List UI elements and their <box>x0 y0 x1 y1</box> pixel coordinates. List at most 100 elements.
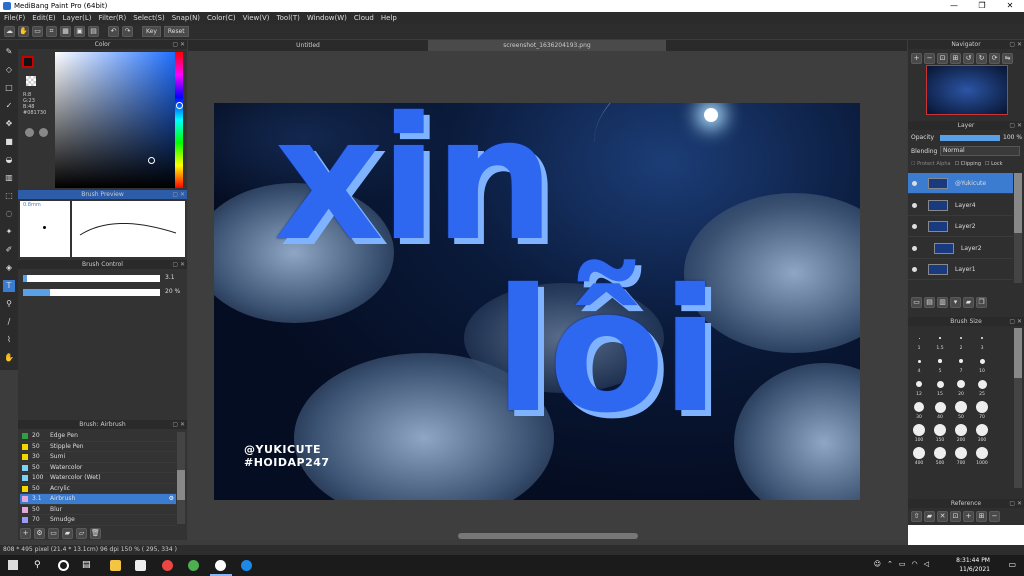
cloud-icon[interactable]: ☁ <box>4 26 15 37</box>
brush-list-item[interactable]: 50 Blur <box>20 505 176 515</box>
ref-zoom-out-icon[interactable]: − <box>989 511 1000 522</box>
new-color-layer-icon[interactable]: ▤ <box>924 297 935 308</box>
layer-folder-icon[interactable]: ▰ <box>963 297 974 308</box>
fit-icon[interactable]: ⊡ <box>937 53 948 64</box>
flip-icon[interactable]: ⇋ <box>1002 53 1013 64</box>
tab-screenshot[interactable]: screenshot_1636204193.png <box>428 40 666 51</box>
eye-icon[interactable] <box>912 245 917 251</box>
palette-icon[interactable] <box>25 128 34 137</box>
menu-window[interactable]: Window(W) <box>307 12 347 24</box>
menu-help[interactable]: Help <box>381 12 397 24</box>
ref-actual-icon[interactable]: ⊞ <box>976 511 987 522</box>
brush-size-dot[interactable] <box>939 337 941 339</box>
panel-close-icon[interactable]: ▢ ✕ <box>172 40 185 49</box>
move-tool-icon[interactable]: ✥ <box>3 118 15 130</box>
download-icon[interactable]: ▱ <box>76 528 87 539</box>
battery-icon[interactable]: ▭ <box>899 560 906 568</box>
task-view-icon[interactable]: ▤ <box>82 560 93 571</box>
undo-icon[interactable]: ↶ <box>108 26 119 37</box>
saturation-value-picker[interactable] <box>55 52 175 188</box>
rect-tool-icon[interactable]: □ <box>3 82 15 94</box>
maximize-button[interactable]: ❐ <box>968 0 996 12</box>
chevron-up-icon[interactable]: ⌃ <box>887 560 893 568</box>
eye-icon[interactable] <box>912 224 917 229</box>
delete-brush-icon[interactable]: 🗑 <box>90 528 101 539</box>
medibang-taskbar-icon[interactable] <box>215 560 226 571</box>
hand-icon[interactable]: ✋ <box>18 26 29 37</box>
bucket-tool-icon[interactable]: ◒ <box>3 154 15 166</box>
horizontal-scrollbar[interactable] <box>458 533 638 539</box>
user-icon[interactable]: ☺ <box>874 560 881 568</box>
dropper-icon[interactable]: ⚲ <box>3 298 15 310</box>
ref-fit-icon[interactable]: ⊡ <box>950 511 961 522</box>
panel-close-icon[interactable]: ▢ ✕ <box>1009 121 1022 130</box>
magic-wand-icon[interactable]: ✦ <box>3 226 15 238</box>
actual-size-icon[interactable]: ⊞ <box>950 53 961 64</box>
menu-filter[interactable]: Filter(R) <box>99 12 127 24</box>
ref-zoom-in-icon[interactable]: + <box>963 511 974 522</box>
brush-size-dot[interactable] <box>976 424 988 436</box>
brush-size-dot[interactable] <box>936 380 944 388</box>
protect-alpha-checkbox[interactable]: ☐ Protect Alpha <box>911 161 951 167</box>
background-color-swatch[interactable] <box>26 76 36 86</box>
layer-row[interactable]: Layer4 <box>908 195 1013 216</box>
brush-size-dot[interactable] <box>976 447 988 459</box>
tab-untitled[interactable]: Untitled <box>268 40 348 51</box>
panel-close-icon[interactable]: ▢ ✕ <box>172 190 185 199</box>
blending-dropdown[interactable]: Normal <box>940 146 1020 156</box>
volume-icon[interactable]: ◁ <box>924 560 929 568</box>
reference-area[interactable] <box>908 525 1024 545</box>
brush-list-item[interactable]: 3.1 Airbrush ⚙ <box>20 494 176 505</box>
zalo-icon[interactable] <box>241 560 252 571</box>
brush-settings-icon[interactable]: ⚙ <box>169 494 174 504</box>
brush-list-item[interactable]: 100 Watercolor (Wet) <box>20 473 176 484</box>
layer-row[interactable]: Layer1 <box>908 259 1013 280</box>
rotate-left-icon[interactable]: ↺ <box>963 53 974 64</box>
store-icon[interactable] <box>135 560 146 571</box>
file-explorer-icon[interactable] <box>110 560 121 571</box>
brush-size-dot[interactable] <box>977 379 987 389</box>
ruler-icon[interactable]: ∕ <box>3 316 15 328</box>
brush-size-dot[interactable] <box>913 424 925 436</box>
brush-size-dot[interactable] <box>917 359 921 363</box>
ref-folder-icon[interactable]: ▰ <box>924 511 935 522</box>
navigator-thumbnail[interactable] <box>926 65 1008 115</box>
brush-size-scrollbar[interactable] <box>1014 328 1022 488</box>
brush-size-dot[interactable] <box>955 424 967 436</box>
brush-size-dot[interactable] <box>914 402 924 412</box>
menu-snap[interactable]: Snap(N) <box>172 12 200 24</box>
color-picker-cursor[interactable] <box>148 157 155 164</box>
menu-view[interactable]: View(V) <box>243 12 270 24</box>
foreground-color-swatch[interactable] <box>22 56 34 68</box>
windows-start-icon[interactable] <box>8 560 18 570</box>
zoom-out-icon[interactable]: − <box>924 53 935 64</box>
panel-close-icon[interactable]: ▢ ✕ <box>172 260 185 269</box>
hand-tool-icon[interactable]: ✋ <box>3 352 15 364</box>
copy-brush-icon[interactable]: ▭ <box>48 528 59 539</box>
brush-size-dot[interactable] <box>934 447 946 459</box>
minimize-button[interactable]: — <box>940 0 968 12</box>
artwork-canvas[interactable]: xin lỗi @YUKICUTE #HOIDAP247 <box>214 103 860 500</box>
cortana-icon[interactable] <box>58 560 69 571</box>
taskbar-clock[interactable]: 8:31:44 PM 11/6/2021 <box>956 556 990 574</box>
brush-size-dot[interactable] <box>980 336 984 340</box>
layer-scrollbar[interactable] <box>1014 173 1022 283</box>
menu-color[interactable]: Color(C) <box>207 12 236 24</box>
brush-tool-icon[interactable]: ✎ <box>3 46 15 58</box>
ref-close-icon[interactable]: ✕ <box>937 511 948 522</box>
hue-slider-handle[interactable] <box>176 102 183 109</box>
grid-icon[interactable]: ▦ <box>60 26 71 37</box>
brush-size-dot[interactable] <box>918 337 920 339</box>
duplicate-layer-icon[interactable]: ❐ <box>976 297 987 308</box>
brush-size-slider[interactable] <box>23 275 160 282</box>
select-rect-icon[interactable]: ⬚ <box>3 190 15 202</box>
brush-size-dot[interactable] <box>934 401 946 413</box>
brush-size-dot[interactable] <box>955 401 967 413</box>
reset-rotation-icon[interactable]: ⟳ <box>989 53 1000 64</box>
brush-size-dot[interactable] <box>957 380 965 388</box>
chat-icon[interactable]: ▭ <box>32 26 43 37</box>
menu-cloud[interactable]: Cloud <box>354 12 374 24</box>
brush-size-dot[interactable] <box>959 359 963 363</box>
eraser-tool-icon[interactable]: ◇ <box>3 64 15 76</box>
panel-close-icon[interactable]: ▢ ✕ <box>1009 499 1022 508</box>
